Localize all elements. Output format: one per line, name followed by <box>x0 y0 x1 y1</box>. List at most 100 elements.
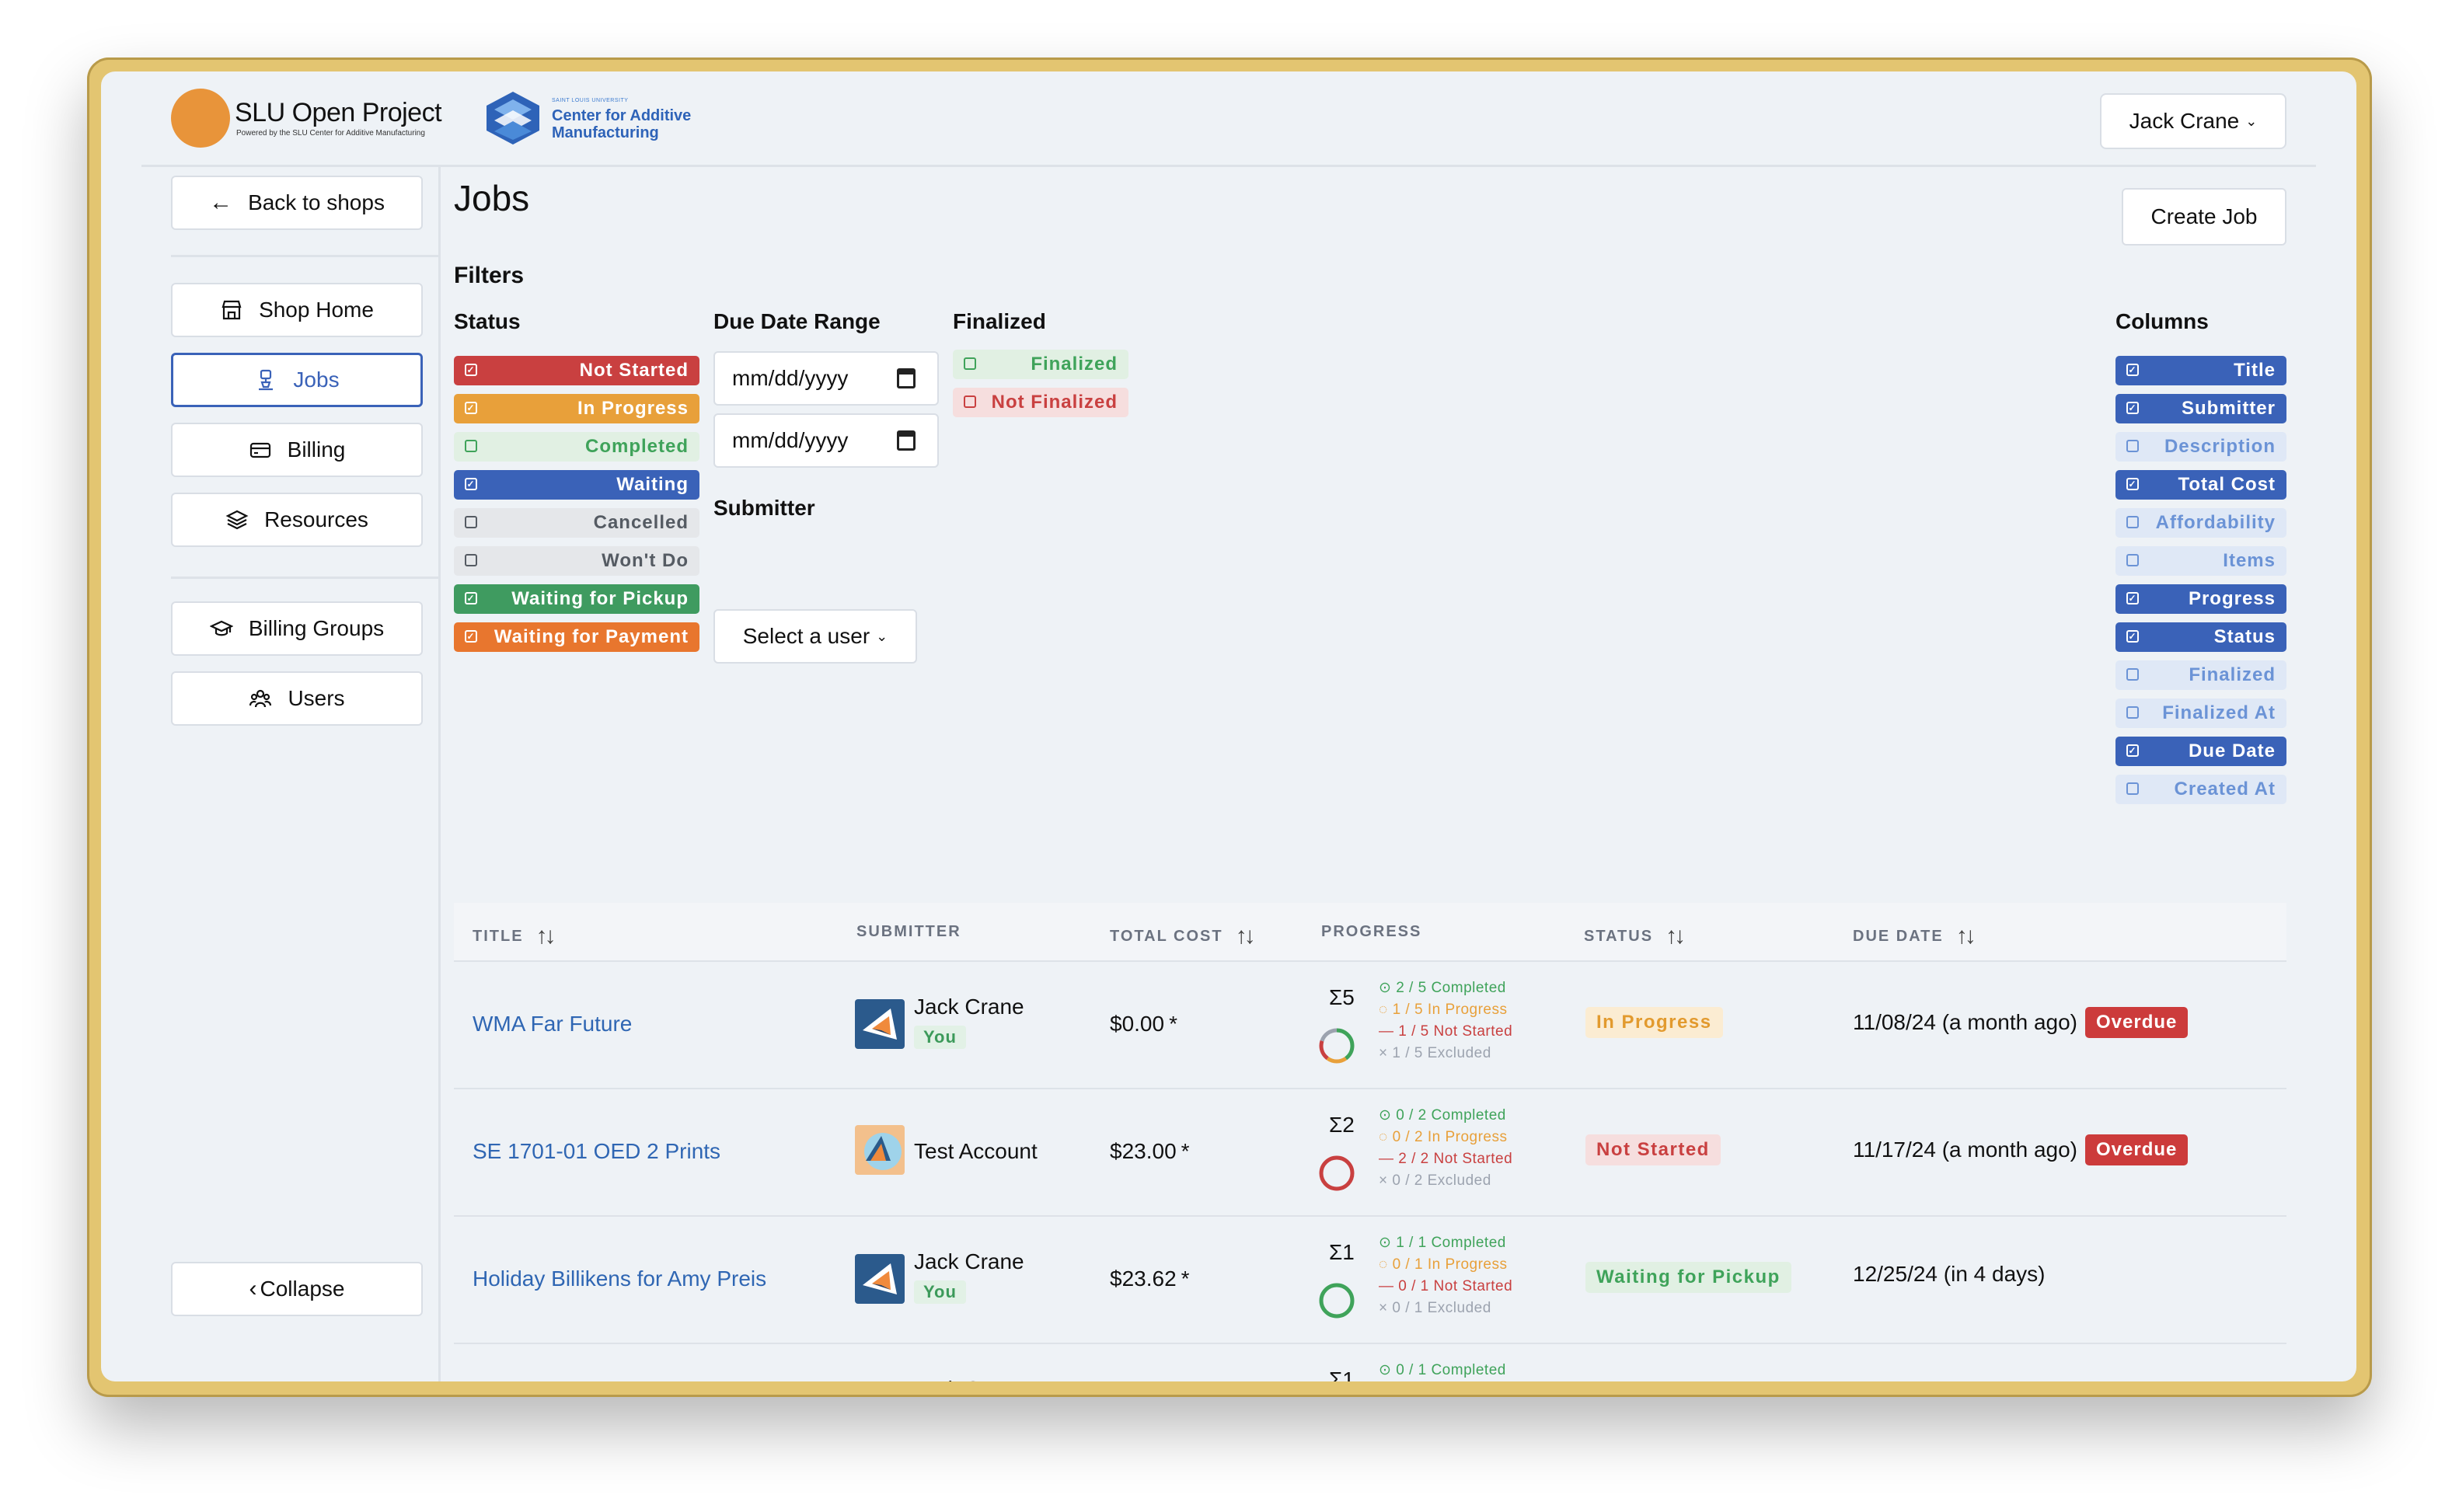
th-due-date[interactable]: DUE DATE ↑↓ <box>1853 923 1976 949</box>
layers-icon <box>225 510 249 530</box>
column-toggle-items[interactable]: Items <box>2115 546 2286 576</box>
sidebar-item-users[interactable]: Users <box>171 671 423 726</box>
status-filter-cancelled[interactable]: Cancelled <box>454 508 699 538</box>
column-toggle-label: Description <box>2164 436 2276 457</box>
job-title-link[interactable]: Holiday Billikens for Amy Preis <box>473 1266 766 1291</box>
completed-icon: ⊙ <box>1379 1362 1397 1378</box>
checkbox-icon[interactable]: ✓ <box>465 630 477 643</box>
sidebar-divider <box>171 577 438 579</box>
column-toggle-label: Created At <box>2174 779 2276 800</box>
checkbox-icon[interactable] <box>2126 668 2139 681</box>
checkbox-icon[interactable] <box>2126 782 2139 795</box>
create-job-button[interactable]: Create Job <box>2122 188 2286 246</box>
checkbox-icon[interactable]: ✓ <box>2126 592 2139 604</box>
checkbox-icon[interactable]: ✓ <box>465 478 477 490</box>
checkbox-icon[interactable]: ✓ <box>465 592 477 604</box>
sidebar-item-billing[interactable]: Billing <box>171 423 423 477</box>
progress-total: Σ1 <box>1329 1240 1355 1264</box>
users-icon <box>249 689 272 708</box>
sort-icon[interactable]: ↑↓ <box>536 923 556 949</box>
table-row: SE 1701-01 OED 2 Prints Test Account $23.0… <box>454 1089 2286 1217</box>
progress-line-excluded: × 0 / 2 Excluded <box>1379 1170 1512 1192</box>
status-filter-completed[interactable]: Completed <box>454 432 699 462</box>
checkbox-icon[interactable] <box>964 395 976 408</box>
calendar-icon[interactable] <box>897 368 916 388</box>
due-date-from-input[interactable]: mm/dd/yyyy <box>713 351 939 406</box>
column-toggle-label: Finalized At <box>2162 702 2276 723</box>
logo-circle-icon[interactable] <box>171 89 230 148</box>
status-filter-waiting-for-payment[interactable]: ✓ Waiting for Payment <box>454 622 699 652</box>
checkbox-icon[interactable]: ✓ <box>2126 364 2139 376</box>
date-to-placeholder: mm/dd/yyyy <box>732 428 849 452</box>
column-toggle-submitter[interactable]: ✓ Submitter <box>2115 394 2286 423</box>
checkbox-icon[interactable] <box>2126 516 2139 528</box>
back-to-shops-button[interactable]: ← Back to shops <box>171 176 423 230</box>
th-status[interactable]: STATUS ↑↓ <box>1584 923 1686 949</box>
checkbox-icon[interactable] <box>964 357 976 370</box>
sort-icon[interactable]: ↑↓ <box>1665 923 1686 949</box>
sort-icon[interactable]: ↑↓ <box>1236 923 1256 949</box>
checkbox-icon[interactable]: ✓ <box>465 364 477 376</box>
sort-icon[interactable]: ↑↓ <box>1956 923 1976 949</box>
table-row: PigJack CraneYou$0.00*Σ1⊙ 0 / 1 Complete… <box>454 1344 2286 1381</box>
column-toggle-progress[interactable]: ✓ Progress <box>2115 584 2286 614</box>
progress-ring <box>1318 1155 1355 1192</box>
status-filter-won-t-do[interactable]: Won't Do <box>454 546 699 576</box>
due-date-to-input[interactable]: mm/dd/yyyy <box>713 413 939 468</box>
checkbox-icon[interactable] <box>465 554 477 566</box>
th-total-cost[interactable]: TOTAL COST ↑↓ <box>1110 923 1256 949</box>
job-title-link[interactable]: WMA Far Future <box>473 1012 632 1036</box>
status-filter-in-progress[interactable]: ✓ In Progress <box>454 394 699 423</box>
main-content: Jobs Create Job Filters Status ✓ Not Star… <box>454 166 2286 1381</box>
sidebar-item-shop-home[interactable]: Shop Home <box>171 283 423 337</box>
column-toggle-finalized-at[interactable]: Finalized At <box>2115 699 2286 728</box>
column-toggle-created-at[interactable]: Created At <box>2115 775 2286 804</box>
checkbox-icon[interactable]: ✓ <box>2126 478 2139 490</box>
checkbox-icon[interactable]: ✓ <box>2126 744 2139 757</box>
column-toggle-description[interactable]: Description <box>2115 432 2286 462</box>
finalized-filter-not-finalized[interactable]: Not Finalized <box>953 388 1128 417</box>
finalized-heading: Finalized <box>953 309 1046 333</box>
checkbox-icon[interactable]: ✓ <box>2126 402 2139 414</box>
sidebar: ← Back to shops Shop Home Jobs Billing R… <box>141 166 441 1381</box>
finalized-filter-label: Not Finalized <box>991 392 1118 413</box>
finalized-filter-finalized[interactable]: Finalized <box>953 350 1128 379</box>
checkbox-icon[interactable] <box>2126 554 2139 566</box>
progress-line-text: 1 / 5 In Progress <box>1392 1002 1508 1018</box>
sidebar-item-resources[interactable]: Resources <box>171 493 423 547</box>
column-toggle-finalized[interactable]: Finalized <box>2115 660 2286 690</box>
status-filter-not-started[interactable]: ✓ Not Started <box>454 356 699 385</box>
not-started-icon: — <box>1379 1023 1399 1040</box>
status-filter-waiting[interactable]: ✓ Waiting <box>454 470 699 500</box>
column-toggle-status[interactable]: ✓ Status <box>2115 622 2286 652</box>
th-title[interactable]: TITLE ↑↓ <box>473 923 556 949</box>
th-cost-label: TOTAL COST <box>1110 927 1223 945</box>
status-filter-label: Waiting for Payment <box>494 626 689 647</box>
checkbox-icon[interactable] <box>465 516 477 528</box>
status-filter-label: Waiting for Pickup <box>511 588 689 609</box>
submitter-name: Test Account <box>914 1139 1038 1163</box>
column-toggle-affordability[interactable]: Affordability <box>2115 508 2286 538</box>
column-toggle-due-date[interactable]: ✓ Due Date <box>2115 737 2286 766</box>
sidebar-item-jobs[interactable]: Jobs <box>171 353 423 407</box>
app-title[interactable]: SLU Open Project <box>235 98 442 128</box>
column-toggle-title[interactable]: ✓ Title <box>2115 356 2286 385</box>
app-subtitle: Powered by the SLU Center for Additive M… <box>236 129 425 138</box>
progress-line-text: 1 / 1 Completed <box>1396 1235 1506 1251</box>
not-started-icon: — <box>1379 1278 1399 1294</box>
submitter-select[interactable]: Select a user ⌄ <box>713 609 917 664</box>
collapse-button[interactable]: ‹ Collapse <box>171 1262 423 1316</box>
job-title-link[interactable]: SE 1701-01 OED 2 Prints <box>473 1139 720 1164</box>
status-filter-waiting-for-pickup[interactable]: ✓ Waiting for Pickup <box>454 584 699 614</box>
checkbox-icon[interactable] <box>465 440 477 452</box>
table-header: TITLE ↑↓ SUBMITTER TOTAL COST ↑↓ PROGRESS … <box>454 903 2286 962</box>
calendar-icon[interactable] <box>897 430 916 451</box>
checkbox-icon[interactable]: ✓ <box>2126 630 2139 643</box>
progress-ring <box>1318 1027 1355 1064</box>
checkbox-icon[interactable] <box>2126 706 2139 719</box>
sidebar-item-billing-groups[interactable]: Billing Groups <box>171 601 423 656</box>
checkbox-icon[interactable]: ✓ <box>465 402 477 414</box>
column-toggle-total-cost[interactable]: ✓ Total Cost <box>2115 470 2286 500</box>
checkbox-icon[interactable] <box>2126 440 2139 452</box>
user-menu-button[interactable]: Jack Crane ⌄ <box>2100 93 2286 149</box>
